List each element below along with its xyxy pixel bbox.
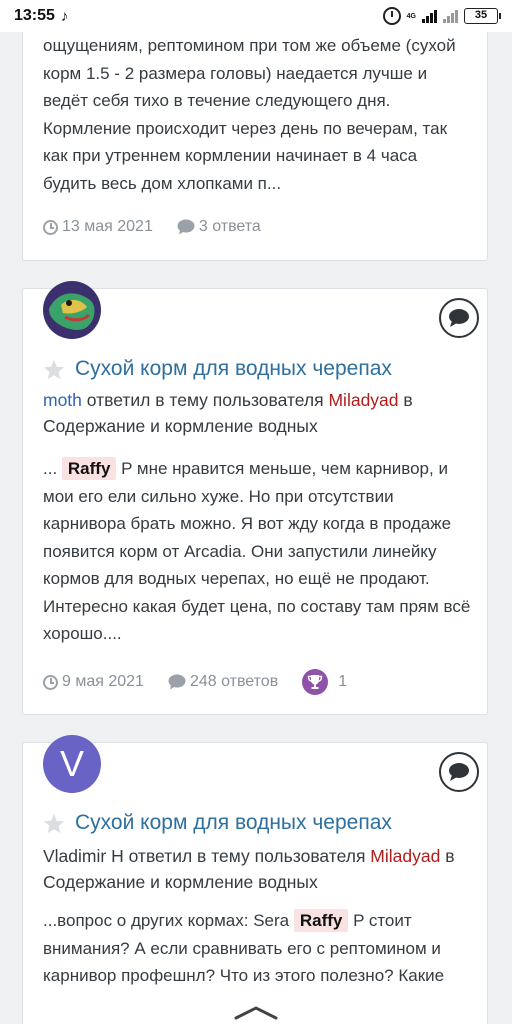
replies-count: 3 ответа [198, 218, 261, 235]
signal-icon [422, 9, 437, 23]
author-link[interactable]: Miladyad [328, 390, 398, 410]
topic-title-row: Сухой корм для водных черепах [43, 357, 392, 381]
reaction-count[interactable]: 1 [302, 669, 347, 695]
author-link[interactable]: Miladyad [370, 846, 440, 866]
star-icon[interactable] [43, 813, 65, 834]
post-date: 13 мая 2021 [43, 218, 153, 236]
chevron-up-icon[interactable] [232, 1004, 280, 1024]
status-time: 13:55 [14, 7, 55, 24]
trophy-icon [302, 669, 329, 695]
network-type: 4G [407, 13, 416, 20]
post-date: 9 мая 2021 [43, 673, 144, 691]
post-date-text: 9 мая 2021 [62, 673, 144, 690]
topic-title-row: Сухой корм для водных черепах [43, 811, 392, 835]
network-label: 4G [406, 12, 416, 20]
snippet-pre: ... [43, 459, 62, 478]
activity-byline: moth ответил в тему пользователя Miladya… [43, 387, 473, 439]
tiktok-notification-icon: ♪ [60, 7, 69, 25]
post-meta: 13 мая 2021 3 ответа [43, 218, 285, 236]
activity-byline: Vladimir H ответил в тему пользователя M… [43, 843, 473, 895]
replies-count: 248 ответов [189, 673, 279, 690]
comment-icon [168, 674, 186, 690]
avatar[interactable]: V [43, 735, 101, 793]
battery-level: 35 [474, 9, 488, 21]
status-bar: 13:55 ♪ 4G 35 [0, 0, 512, 32]
star-icon[interactable] [43, 359, 65, 380]
user-mention[interactable]: Raffy [61, 457, 117, 480]
activity-type-icon [439, 298, 479, 338]
reaction-count-text: 1 [338, 673, 348, 690]
status-icons: 4G 35 [382, 7, 501, 25]
activity-card[interactable]: V Сухой корм для водных черепах Vladimir… [22, 735, 488, 1024]
avatar[interactable] [43, 281, 101, 339]
post-date-text: 13 мая 2021 [62, 218, 153, 235]
activity-type-icon [439, 752, 479, 792]
post-snippet: ...вопрос о других кормах: Sera Raffy P … [43, 907, 473, 990]
battery-icon: 35 [464, 8, 501, 24]
post-replies[interactable]: 3 ответа [177, 218, 261, 236]
clock-icon [43, 219, 58, 235]
post-meta: 9 мая 2021 248 ответов 1 [43, 669, 371, 695]
alarm-icon [382, 7, 401, 25]
post-snippet: ... Raffy P мне нравится меньше, чем кар… [43, 455, 473, 648]
user-link[interactable]: moth [43, 390, 82, 410]
topic-title-link[interactable]: Сухой корм для водных черепах [75, 357, 392, 381]
clock-icon [43, 674, 58, 690]
comment-icon [177, 219, 195, 235]
post-replies[interactable]: 248 ответов [168, 673, 278, 691]
signal-2-icon [443, 9, 458, 23]
snippet-pre: ...вопрос о других кормах: Sera [43, 911, 294, 930]
user-mention[interactable]: Raffy [293, 909, 349, 932]
snippet-post: P мне нравится меньше, чем карнивор, и м… [43, 459, 471, 643]
post-card[interactable]: ощущениям, рептомином при том же объеме … [22, 0, 488, 261]
user-link[interactable]: Vladimir H [43, 846, 124, 866]
activity-card[interactable]: Сухой корм для водных черепах moth ответ… [22, 281, 488, 715]
byline-action: ответил в тему пользователя [123, 846, 371, 866]
byline-action: ответил в тему пользователя [81, 390, 329, 410]
topic-title-link[interactable]: Сухой корм для водных черепах [75, 811, 392, 835]
post-snippet: ощущениям, рептомином при том же объеме … [43, 36, 456, 193]
